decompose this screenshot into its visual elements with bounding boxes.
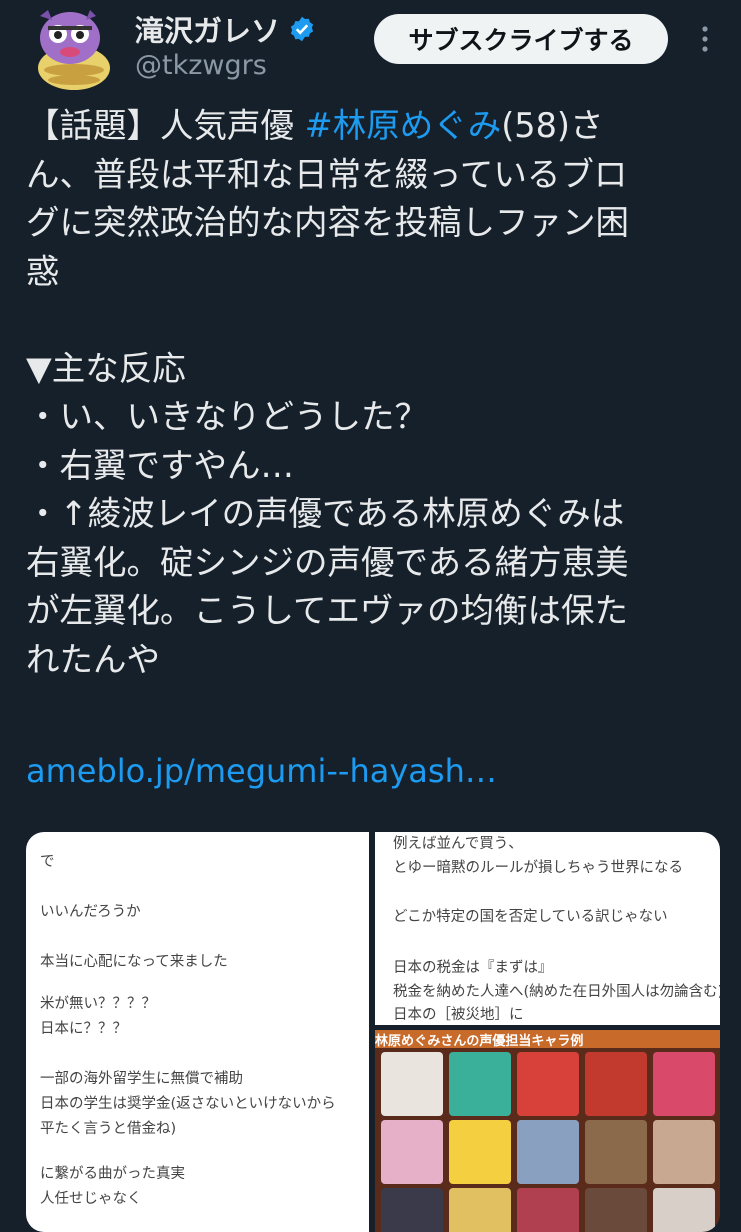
character-thumbnail xyxy=(381,1120,443,1184)
external-link[interactable]: ameblo.jp/megumi--hayash… xyxy=(26,752,497,790)
image2-text-line: 税金を納めた人達へ(納めた在日外国人は勿論含む) xyxy=(393,984,720,1000)
more-options-icon[interactable] xyxy=(690,24,720,54)
author-name-row: 滝沢ガレソ xyxy=(135,8,316,50)
tweet-text: 【話題】人気声優 #林原めぐみ(58)さ ん、普段は平和な日常を綴っているブロ … xyxy=(26,102,716,684)
image2-text-line: とゆー暗黙のルールが損しちゃう世界になる xyxy=(393,860,683,876)
character-thumbnail xyxy=(653,1120,715,1184)
collage-title: 林原めぐみさんの声優担当キャラ例 xyxy=(375,1030,720,1048)
tweet-header: 滝沢ガレソ @tkzwgrs サブスクライブする xyxy=(0,0,741,95)
character-thumbnail xyxy=(653,1052,715,1116)
character-thumbnail xyxy=(517,1120,579,1184)
tweet-text-body: ん、普段は平和な日常を綴っているブロ グに突然政治的な内容を投稿しファン困 惑 … xyxy=(26,154,629,679)
character-thumbnail xyxy=(517,1052,579,1116)
tweet-text-age: (58)さ xyxy=(501,106,604,145)
avatar[interactable] xyxy=(26,8,118,90)
image1-text-line: いいんだろうか xyxy=(40,904,141,920)
author-handle[interactable]: @tkzwgrs xyxy=(135,50,267,81)
image2-text-line: 例えば並んで買う、 xyxy=(393,836,523,852)
media-image-blog-screenshot-2[interactable]: 例えば並んで買う、とゆー暗黙のルールが損しちゃう世界になる どこか特定の国を否定し… xyxy=(375,832,720,1025)
subscribe-button[interactable]: サブスクライブする xyxy=(374,14,668,64)
character-thumbnail xyxy=(381,1052,443,1116)
character-thumbnail xyxy=(449,1120,511,1184)
image2-text-line: 日本の［被災地］に xyxy=(393,1007,524,1023)
character-thumbnail xyxy=(585,1120,647,1184)
image1-text-line: で xyxy=(40,854,55,870)
tweet-text-intro: 【話題】人気声優 xyxy=(26,106,305,145)
character-thumbnail xyxy=(381,1188,443,1232)
character-thumbnail xyxy=(449,1188,511,1232)
image1-text-line: 人任せじゃなく xyxy=(40,1191,142,1207)
image1-text-line: 日本に？？？ xyxy=(40,1021,127,1037)
image1-text-line: 一部の海外留学生に無償で補助 xyxy=(40,1071,243,1087)
image1-text-line: 平たく言うと借金ね) xyxy=(40,1121,177,1137)
image1-text-line: 日本の学生は奨学金(返さないといけないから xyxy=(40,1096,336,1112)
media-grid: でいいんだろうか本当に心配になって来ました 米が無い？？？？ 日本に？？？ 一部の海外… xyxy=(26,832,720,1232)
character-thumbnail xyxy=(517,1188,579,1232)
character-thumbnail xyxy=(585,1052,647,1116)
image1-text-line: 本当に心配になって来ました xyxy=(40,954,228,970)
verified-badge-icon xyxy=(290,16,314,42)
image2-text-line: 日本の税金は『まずは』 xyxy=(393,960,553,976)
hashtag-link[interactable]: #林原めぐみ xyxy=(305,106,502,145)
media-image-character-collage[interactable]: 林原めぐみさんの声優担当キャラ例 xyxy=(375,1030,720,1232)
character-thumbnail xyxy=(653,1188,715,1232)
character-thumbnail xyxy=(585,1188,647,1232)
media-image-blog-screenshot-1[interactable]: でいいんだろうか本当に心配になって来ました 米が無い？？？？ 日本に？？？ 一部の海外… xyxy=(26,832,369,1232)
image1-text-line: に繋がる曲がった真実 xyxy=(40,1166,185,1182)
image2-text-line: どこか特定の国を否定している訳じゃない xyxy=(393,909,668,925)
display-name[interactable]: 滝沢ガレソ xyxy=(135,8,280,50)
character-thumbnail xyxy=(449,1052,511,1116)
image1-text-line: 米が無い？？？？ xyxy=(40,996,156,1012)
